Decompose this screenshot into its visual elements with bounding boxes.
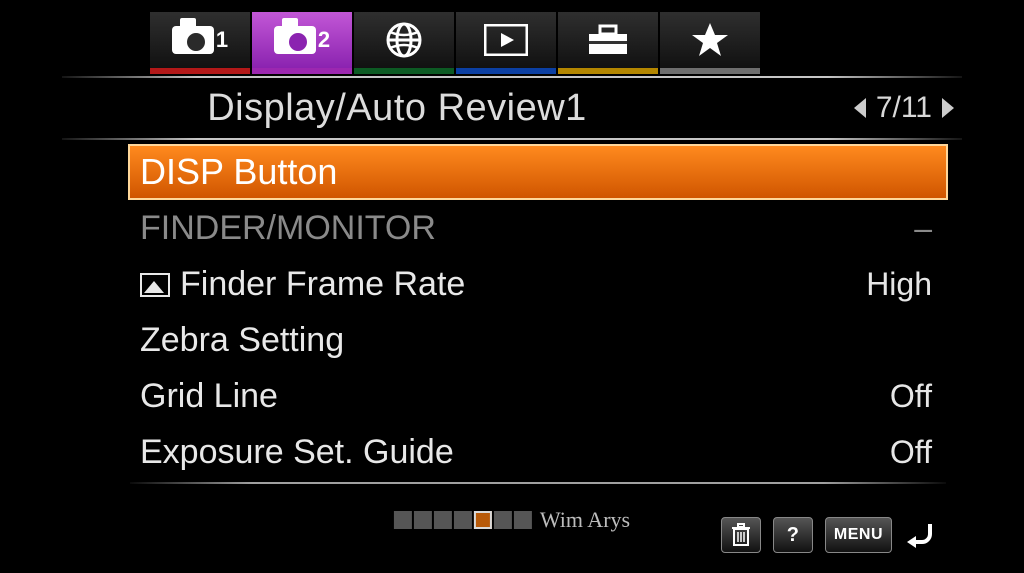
menu-item-value: High [866,266,932,303]
menu-item-finder-monitor: FINDER/MONITOR – [130,200,946,256]
trash-button[interactable] [721,517,761,553]
divider [62,138,962,140]
menu-item-label: Exposure Set. Guide [140,433,890,472]
watermark: Wim Arys [394,507,630,533]
menu-item-finder-frame-rate[interactable]: Finder Frame Rate High [130,256,946,312]
menu-item-value: Off [890,378,932,415]
return-icon [904,518,938,552]
divider [130,482,946,484]
menu-item-label: Grid Line [140,377,890,416]
toolbox-icon [586,23,630,57]
tab-camera1[interactable]: 1 [150,12,250,68]
menu-item-value: – [914,210,932,247]
tab-number: 1 [216,27,228,53]
menu-item-label: DISP Button [140,151,932,193]
tab-camera2[interactable]: 2 [252,12,352,68]
back-button[interactable] [904,518,938,552]
page-header: Display/Auto Review1 7/11 [0,78,1024,138]
menu-item-exposure-set-guide[interactable]: Exposure Set. Guide Off [130,424,946,480]
picture-icon [140,273,170,297]
menu-item-grid-line[interactable]: Grid Line Off [130,368,946,424]
tab-favorites[interactable] [660,12,760,68]
trash-icon [731,523,751,547]
menu-item-label: FINDER/MONITOR [140,209,914,248]
menu-item-value: Off [890,434,932,471]
pager-text: 7/11 [876,91,932,125]
help-button[interactable]: ? [773,517,813,553]
tab-network[interactable] [354,12,454,68]
playback-icon [484,24,528,56]
menu-item-label: Finder Frame Rate [140,265,866,304]
watermark-text: Wim Arys [540,507,630,533]
menu-item-zebra-setting[interactable]: Zebra Setting [130,312,946,368]
chevron-right-icon[interactable] [942,98,954,118]
tab-setup[interactable] [558,12,658,68]
camera-icon [172,26,214,54]
tab-number: 2 [318,27,330,53]
star-icon [690,20,730,60]
menu-button-label: MENU [834,526,883,544]
tab-playback[interactable] [456,12,556,68]
help-icon: ? [787,524,799,547]
menu-button[interactable]: MENU [825,517,892,553]
menu-list: DISP Button FINDER/MONITOR – Finder Fram… [130,144,946,480]
tab-strip: 1 2 [0,0,1024,68]
page-title: Display/Auto Review1 [0,87,794,130]
chevron-left-icon[interactable] [854,98,866,118]
menu-item-label: Zebra Setting [140,321,932,360]
camera-icon [274,26,316,54]
pager[interactable]: 7/11 [794,91,954,125]
tab-underlines [0,68,1024,74]
footer-bar: Wim Arys ? MENU [0,513,1024,557]
globe-icon [384,20,424,60]
menu-item-disp-button[interactable]: DISP Button [128,144,948,200]
